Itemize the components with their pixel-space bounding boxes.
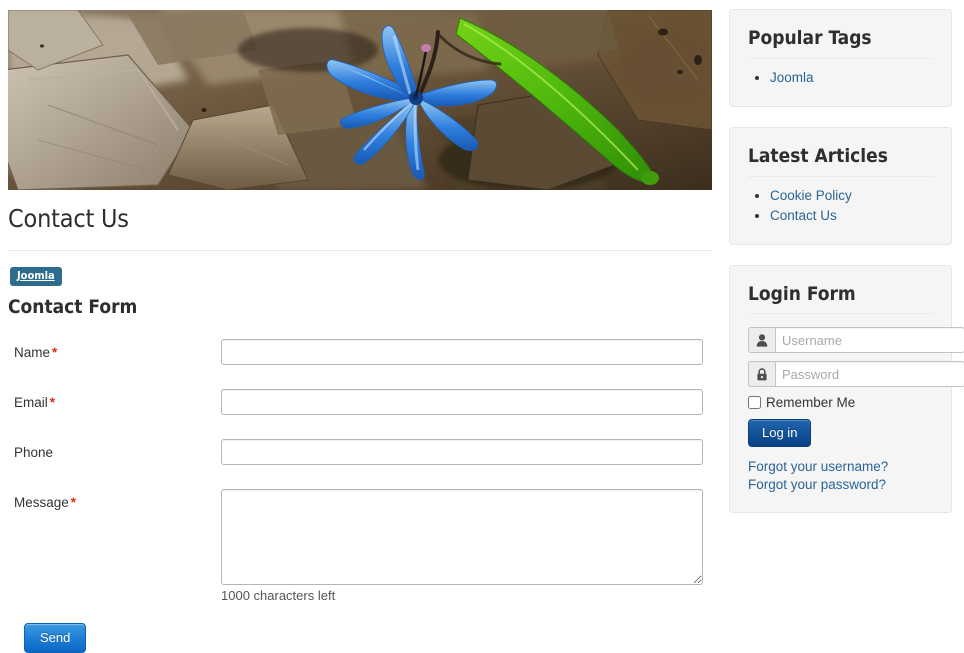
message-label: Message * — [14, 494, 76, 512]
name-input[interactable] — [221, 338, 703, 365]
title-divider — [8, 250, 712, 251]
latest-article-link-contact-us[interactable]: Contact Us — [770, 208, 837, 223]
username-input[interactable] — [775, 327, 964, 354]
name-field-wrap — [221, 338, 703, 365]
user-icon — [748, 327, 775, 354]
forgot-links: Forgot your username? Forgot your passwo… — [748, 458, 933, 494]
email-input[interactable] — [221, 388, 703, 415]
send-button-wrap: Send — [8, 622, 712, 653]
module-latest-articles: Latest Articles Cookie Policy Contact Us — [729, 126, 952, 245]
form-row-phone: Phone — [8, 438, 712, 477]
hero-image — [8, 10, 712, 190]
contact-form: Name * Email * Phone Message * 1000 char… — [8, 338, 712, 653]
phone-label-text: Phone — [14, 444, 54, 460]
latest-articles-list: Cookie Policy Contact Us — [748, 186, 933, 225]
login-button[interactable]: Log in — [748, 419, 812, 448]
password-input-group — [748, 361, 964, 388]
name-label: Name * — [14, 344, 57, 362]
phone-field-wrap — [221, 438, 703, 465]
name-required-marker: * — [52, 344, 58, 360]
message-textarea[interactable] — [221, 488, 703, 585]
list-item: Cookie Policy — [770, 186, 933, 205]
form-row-email: Email * — [8, 388, 712, 427]
remember-me-checkbox[interactable] — [748, 396, 761, 410]
phone-input[interactable] — [221, 438, 703, 465]
form-row-name: Name * — [8, 338, 712, 377]
message-required-marker: * — [70, 494, 77, 510]
latest-articles-title: Latest Articles — [748, 145, 933, 177]
tag-badge-joomla[interactable]: Joomla — [10, 267, 62, 286]
remember-me-label: Remember Me — [766, 395, 856, 411]
module-login-form: Login Form Username Remember Me Log in F… — [729, 264, 964, 514]
forgot-username-link[interactable]: Forgot your username? — [748, 458, 933, 476]
forgot-password-link[interactable]: Forgot your password? — [748, 476, 933, 494]
name-label-text: Name — [14, 344, 51, 360]
popular-tag-link-joomla[interactable]: Joomla — [770, 70, 814, 85]
sidebar: Popular Tags Joomla Latest Articles Cook… — [729, 9, 964, 533]
password-input[interactable] — [775, 361, 964, 388]
login-form-title: Login Form — [748, 283, 933, 315]
form-row-message: Message * 1000 characters left — [8, 488, 712, 604]
main-content: Contact Us Joomla Contact Form Name * Ema… — [8, 0, 712, 653]
phone-label: Phone — [14, 444, 53, 462]
page-root: Contact Us Joomla Contact Form Name * Ema… — [0, 0, 964, 653]
popular-tags-list: Joomla — [748, 68, 933, 87]
popular-tags-title: Popular Tags — [748, 27, 933, 59]
module-popular-tags: Popular Tags Joomla — [729, 9, 952, 107]
email-field-wrap — [221, 388, 703, 415]
email-required-marker: * — [49, 394, 56, 410]
character-counter: 1000 characters left — [221, 587, 336, 603]
username-input-group — [748, 327, 964, 354]
hero-illustration — [8, 10, 712, 190]
latest-article-link-cookie-policy[interactable]: Cookie Policy — [770, 188, 852, 203]
page-title: Contact Us — [8, 204, 129, 233]
email-label-text: Email — [14, 394, 48, 410]
contact-form-title: Contact Form — [8, 296, 138, 318]
remember-me-row[interactable]: Remember Me — [748, 395, 933, 410]
lock-icon — [748, 361, 775, 388]
message-label-text: Message — [14, 494, 69, 510]
tag-list: Joomla — [10, 266, 712, 286]
list-item: Contact Us — [770, 206, 933, 225]
send-button[interactable]: Send — [24, 622, 87, 653]
message-field-wrap: 1000 characters left — [221, 488, 703, 604]
email-label: Email * — [14, 394, 55, 412]
list-item: Joomla — [770, 68, 933, 87]
